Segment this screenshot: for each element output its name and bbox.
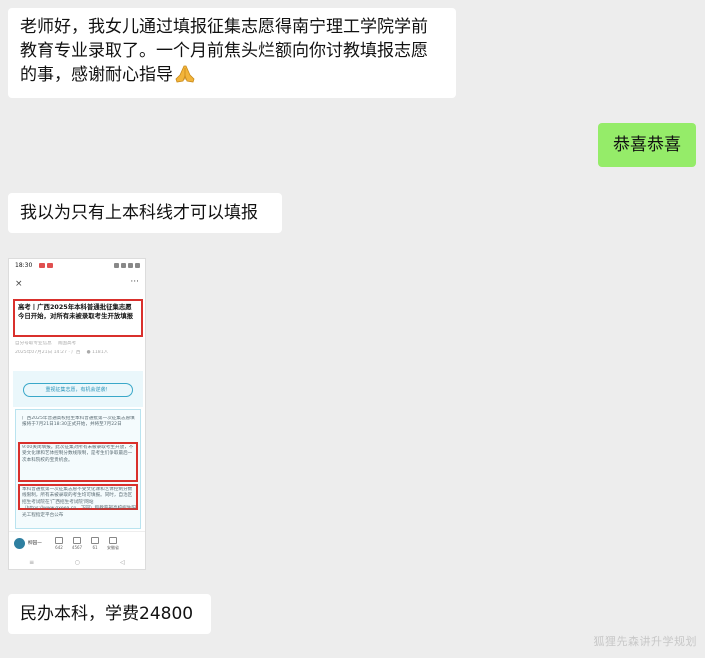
message-bubble-outgoing[interactable]: 恭喜恭喜 xyxy=(598,123,696,167)
wow-action: 安徽省 xyxy=(104,536,122,550)
article-content: 广西2025年普通高校招生本科普通批第一次征集志愿填报将于7月21日18:30正… xyxy=(15,409,141,529)
like-count: 642 xyxy=(55,544,63,550)
share-icon xyxy=(73,536,81,544)
home-icon: ○ xyxy=(74,558,80,566)
app-notification-icon xyxy=(47,263,53,268)
pray-hands-icon xyxy=(174,65,196,83)
message-text: 民办本科，学费24800 xyxy=(20,604,194,624)
more-icon: ··· xyxy=(130,277,139,287)
avatar xyxy=(14,537,25,549)
like-action: 642 xyxy=(50,536,68,550)
share-action: 4567 xyxy=(68,536,86,550)
star-count: 61 xyxy=(92,544,98,550)
system-nav-bar: ≡ ○ ◁ xyxy=(9,555,145,569)
like-icon xyxy=(55,536,63,544)
article-nav-bar: × ··· xyxy=(9,277,145,291)
article-paragraph: 广西2025年普通高校招生本科普通批第一次征集志愿填报将于7月21日18:30正… xyxy=(22,416,135,428)
message-bubble-incoming-3[interactable]: 民办本科，学费24800 xyxy=(8,594,211,634)
article-date: 2025年07月21日 14:27 · 广西 ● 1181人 xyxy=(15,350,109,355)
article-action-bar: 柳园一 642 4567 61 安徽省 xyxy=(9,531,145,554)
app-notification-icon xyxy=(39,263,45,268)
wow-count: 安徽省 xyxy=(107,544,119,550)
message-bubble-incoming-1[interactable]: 老师好，我女儿通过填报征集志愿得南宁理工学院学前教育专业录取了。一个月前焦头烂额… xyxy=(8,8,456,98)
watermark: 狐狸先森讲升学规划 xyxy=(593,635,697,648)
star-action: 61 xyxy=(86,536,104,550)
wow-icon xyxy=(109,536,117,544)
menu-icon: ≡ xyxy=(29,558,35,566)
article-paragraph: 本科普通批第一次征集志愿不受文化课和艺体控制分数线限制，所有未被录取的考生均可填… xyxy=(22,487,136,518)
article-source: 自分号取专业信息 南国高考 xyxy=(15,341,77,346)
article-title: 高考丨广西2025年本科普通批征集志愿今日开始，对所有未被录取考生开放填报 xyxy=(13,299,143,337)
message-text: 恭喜恭喜 xyxy=(613,135,681,155)
close-icon: × xyxy=(15,279,23,289)
share-count: 4567 xyxy=(71,544,83,550)
article-paragraph: 9:00关闭填报。此次征集对所有未被录取考生开放，不受文化课和艺体控制分数线限制… xyxy=(22,445,134,463)
message-text: 老师好，我女儿通过填报征集志愿得南宁理工学院学前教育专业录取了。一个月前焦头烂额… xyxy=(20,17,428,85)
signal-battery-icon xyxy=(108,263,140,268)
banner-text: 重视征集志愿，有机会逆袭！ xyxy=(23,383,133,397)
screenshot-image-message[interactable]: 18:30 × ··· 高考丨广西2025年本科普通批征集志愿今日开始，对所有未… xyxy=(8,258,146,570)
back-icon: ◁ xyxy=(120,558,125,566)
star-icon xyxy=(91,536,99,544)
status-time: 18:30 xyxy=(15,262,33,269)
message-text: 我以为只有上本科线才可以填报 xyxy=(20,203,258,223)
account-name: 柳园一 xyxy=(28,540,42,546)
article-banner: 重视征集志愿，有机会逆袭！ xyxy=(13,371,143,407)
phone-status-bar: 18:30 xyxy=(9,259,145,271)
message-bubble-incoming-2[interactable]: 我以为只有上本科线才可以填报 xyxy=(8,193,282,233)
